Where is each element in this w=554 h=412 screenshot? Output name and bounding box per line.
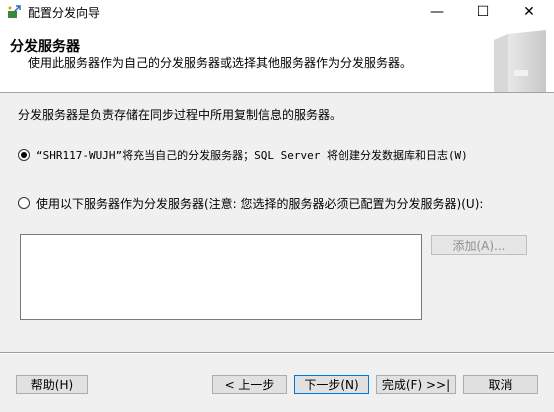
- cancel-button[interactable]: 取消: [463, 375, 538, 394]
- maximize-button[interactable]: ☐: [460, 0, 506, 24]
- next-button[interactable]: 下一步(N): [294, 375, 369, 394]
- other-distributor-label[interactable]: 使用以下服务器作为分发服务器(注意: 您选择的服务器必须已配置为分发服务器)(U…: [36, 195, 483, 212]
- footer-divider-highlight: [0, 353, 554, 354]
- back-button[interactable]: < 上一步: [212, 375, 287, 394]
- wizard-icon: [8, 5, 21, 18]
- wizard-header: 分发服务器 使用此服务器作为自己的分发服务器或选择其他服务器作为分发服务器。: [0, 24, 554, 93]
- distributor-server-list[interactable]: [20, 234, 422, 320]
- self-distributor-label[interactable]: “SHR117-WUJH”将充当自己的分发服务器；SQL Server 将创建分…: [36, 147, 468, 163]
- help-button[interactable]: 帮助(H): [16, 375, 88, 394]
- minimize-icon: —: [430, 4, 444, 20]
- title-bar: 配置分发向导 — ☐ ✕: [0, 0, 554, 24]
- close-icon: ✕: [523, 4, 535, 20]
- window-title: 配置分发向导: [28, 6, 101, 20]
- page-subtitle: 使用此服务器作为自己的分发服务器或选择其他服务器作为分发服务器。: [28, 56, 413, 70]
- minimize-button[interactable]: —: [414, 0, 460, 24]
- maximize-icon: ☐: [476, 4, 490, 20]
- close-button[interactable]: ✕: [506, 0, 552, 24]
- description-text: 分发服务器是负责存储在同步过程中所用复制信息的服务器。: [18, 108, 343, 122]
- other-distributor-radio[interactable]: [18, 197, 30, 209]
- finish-button[interactable]: 完成(F) >>|: [376, 375, 456, 394]
- page-title: 分发服务器: [10, 39, 80, 55]
- self-distributor-radio[interactable]: [18, 149, 30, 161]
- server-icon: [494, 30, 546, 92]
- add-server-button[interactable]: 添加(A)...: [431, 235, 527, 255]
